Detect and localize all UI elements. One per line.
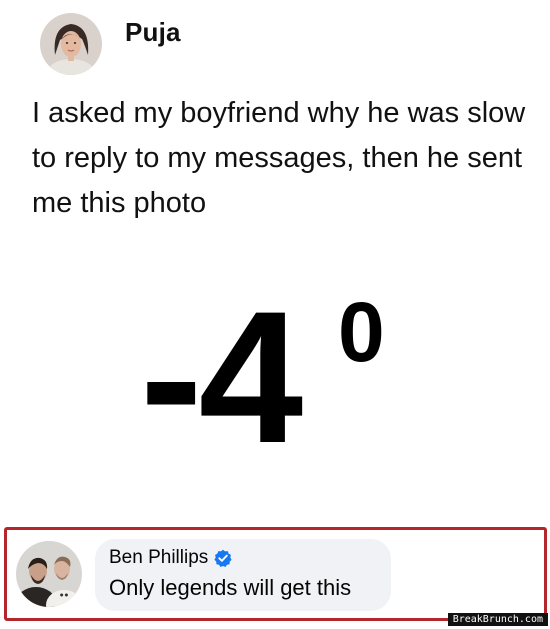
post-text: I asked my boyfriend why he was slow to …	[32, 97, 526, 219]
post-image: -4 0	[140, 272, 400, 482]
degree-mark: 0	[338, 285, 385, 379]
watermark: BreakBrunch.com	[447, 613, 548, 626]
comment-text: Only legends will get this	[109, 575, 352, 600]
temperature-value: -4	[140, 272, 303, 482]
commenter-avatar-image: ● ●	[16, 541, 82, 607]
highlighted-comment: ● ● Ben Phillips Only legends will get t…	[4, 527, 547, 621]
author-avatar-image	[40, 13, 102, 75]
commenter-row: Ben Phillips	[109, 547, 232, 569]
svg-text:● ●: ● ●	[60, 592, 69, 597]
comment-bubble: Ben Phillips Only legends will get this	[95, 539, 391, 611]
author-name[interactable]: Puja	[125, 17, 181, 48]
author-avatar[interactable]	[40, 13, 102, 75]
post-header: Puja	[40, 13, 181, 75]
verified-badge-icon	[214, 549, 232, 567]
commenter-avatar[interactable]: ● ●	[16, 541, 82, 607]
commenter-name[interactable]: Ben Phillips	[109, 547, 208, 569]
